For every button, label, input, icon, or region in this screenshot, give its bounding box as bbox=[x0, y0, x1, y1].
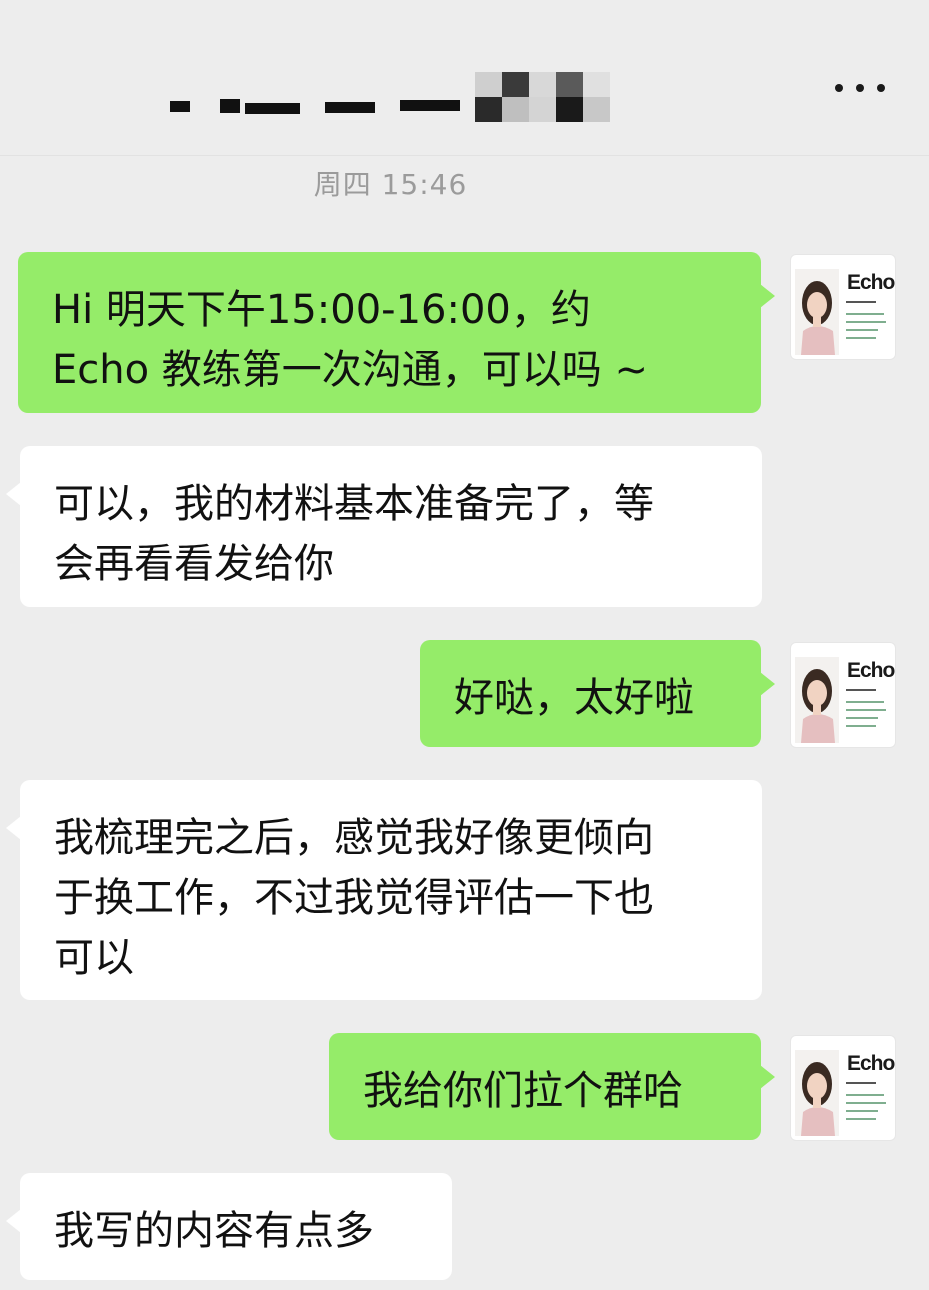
more-dots-icon[interactable] bbox=[835, 76, 885, 100]
message-line: 我梳理完之后，感觉我好像更倾向 bbox=[54, 815, 654, 861]
message-line: 好哒，太好啦 bbox=[454, 675, 694, 721]
avatar-fine-print bbox=[846, 717, 878, 719]
avatar-fine-print bbox=[846, 701, 884, 703]
message-line: 可以，我的材料基本准备完了，等 bbox=[54, 481, 654, 527]
avatar-fine-print bbox=[846, 709, 886, 711]
dot bbox=[856, 84, 864, 92]
avatar[interactable]: Echo bbox=[790, 1035, 896, 1141]
chat-title-redacted bbox=[170, 72, 610, 132]
chat-header bbox=[0, 0, 929, 156]
avatar-fine-print bbox=[846, 329, 878, 331]
message-bubble-received[interactable]: 可以，我的材料基本准备完了，等 会再看看发给你 bbox=[6, 446, 762, 607]
avatar-fine-print bbox=[846, 1094, 884, 1096]
avatar-fine-print bbox=[846, 689, 876, 691]
avatar[interactable]: Echo bbox=[790, 642, 896, 748]
avatar-brand: Echo bbox=[847, 271, 895, 294]
dot bbox=[835, 84, 843, 92]
avatar[interactable]: Echo bbox=[790, 254, 896, 360]
dot bbox=[877, 84, 885, 92]
redaction-mark bbox=[325, 102, 375, 113]
avatar-fine-print bbox=[846, 1110, 878, 1112]
avatar-fine-print bbox=[846, 301, 876, 303]
redaction-mark bbox=[245, 103, 300, 114]
avatar-fine-print bbox=[846, 1082, 876, 1084]
redaction-mark bbox=[400, 100, 460, 111]
message-bubble-received[interactable]: 我写的内容有点多 bbox=[6, 1173, 452, 1280]
message-bubble-sent[interactable]: 我给你们拉个群哈 bbox=[329, 1033, 775, 1140]
message-line: 我写的内容有点多 bbox=[54, 1208, 374, 1254]
avatar-photo bbox=[795, 657, 839, 743]
message-bubble-received[interactable]: 我梳理完之后，感觉我好像更倾向 于换工作，不过我觉得评估一下也 可以 bbox=[6, 780, 762, 1000]
avatar-fine-print bbox=[846, 321, 886, 323]
message-line: Echo 教练第一次沟通，可以吗 ~ bbox=[52, 347, 649, 393]
avatar-photo bbox=[795, 1050, 839, 1136]
message-timestamp: 周四 15:46 bbox=[313, 168, 468, 201]
avatar-fine-print bbox=[846, 1102, 886, 1104]
mosaic-blur bbox=[475, 72, 610, 122]
avatar-photo bbox=[795, 269, 839, 355]
avatar-brand: Echo bbox=[847, 1052, 895, 1075]
avatar-fine-print bbox=[846, 313, 884, 315]
avatar-fine-print bbox=[846, 1118, 876, 1120]
message-line: 可以 bbox=[54, 935, 134, 981]
message-bubble-sent[interactable]: 好哒，太好啦 bbox=[420, 640, 775, 747]
message-line: 会再看看发给你 bbox=[54, 541, 334, 587]
message-line: 于换工作，不过我觉得评估一下也 bbox=[54, 875, 654, 921]
message-line: 我给你们拉个群哈 bbox=[363, 1068, 683, 1114]
message-bubble-sent[interactable]: Hi 明天下午15:00-16:00，约 Echo 教练第一次沟通，可以吗 ~ bbox=[18, 252, 775, 413]
message-line: Hi 明天下午15:00-16:00，约 bbox=[52, 287, 591, 333]
redaction-mark bbox=[220, 99, 240, 113]
avatar-fine-print bbox=[846, 337, 876, 339]
redaction-mark bbox=[170, 101, 190, 112]
avatar-brand: Echo bbox=[847, 659, 895, 682]
avatar-fine-print bbox=[846, 725, 876, 727]
